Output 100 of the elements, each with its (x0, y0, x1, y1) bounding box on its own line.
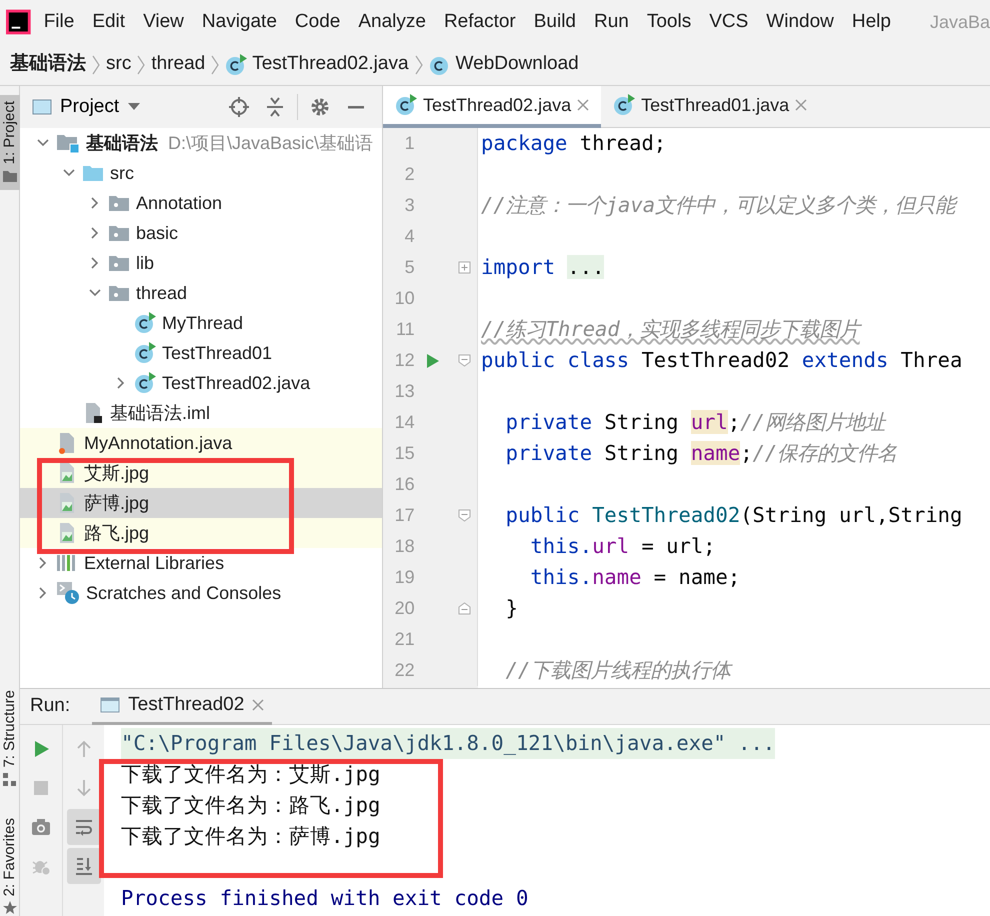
camera-icon[interactable] (31, 817, 51, 837)
crosshair-icon[interactable] (229, 97, 249, 117)
panel-label: Run: (30, 694, 70, 718)
menu-item[interactable]: Edit (83, 8, 134, 36)
editor-tab[interactable]: TestThread01.java (601, 86, 820, 128)
path-label: D:\项目\JavaBasic\基础语 (168, 132, 374, 154)
menu-item[interactable]: Window (757, 8, 843, 36)
structure-icon (2, 772, 18, 788)
close-icon[interactable] (577, 99, 590, 111)
line-number: 20 (394, 597, 415, 620)
code-line: import ... (480, 254, 604, 282)
settings-icon[interactable] (310, 97, 330, 117)
menu-item[interactable]: File (34, 8, 84, 36)
line-number: 18 (394, 535, 415, 558)
folder-icon (108, 193, 130, 213)
line-number: 2 (404, 163, 415, 186)
code-line: this.name = name; (529, 564, 740, 592)
line-number: 3 (404, 194, 415, 217)
panel-icon (32, 99, 52, 115)
code-line: private String name;//保存的文件名 (504, 440, 898, 468)
class-icon (613, 94, 636, 116)
tree-item[interactable]: Annotation (20, 188, 382, 218)
tool-window-button[interactable]: 1: Project (0, 95, 20, 190)
tree-item[interactable]: MyAnnotation.java (20, 428, 382, 458)
exit-message: Process finished with exit code 0 (121, 885, 528, 912)
line-number: 1 (404, 132, 415, 155)
line-number: 12 (394, 349, 415, 372)
menu-item[interactable]: Build (524, 8, 585, 36)
fold-icon[interactable] (458, 509, 472, 522)
menu-item[interactable]: VCS (700, 8, 758, 36)
line-number: 4 (404, 225, 415, 248)
tree-item[interactable]: basic (20, 218, 382, 248)
line-number: 5 (404, 256, 415, 279)
menu-item[interactable]: Navigate (192, 8, 286, 36)
breadcrumb-item[interactable]: thread (147, 50, 210, 79)
line-number: 21 (394, 628, 415, 651)
run-icon[interactable] (426, 352, 440, 368)
tree-item[interactable]: 基础语法 D:\项目\JavaBasic\基础语 (20, 128, 382, 158)
menu-item[interactable]: Help (842, 8, 900, 36)
line-number: 16 (394, 473, 415, 496)
expand-fold-icon[interactable] (458, 261, 472, 274)
tree-item[interactable]: TestThread02.java (20, 368, 382, 398)
line-number: 14 (394, 411, 415, 434)
line-number: 15 (394, 442, 415, 465)
tree-item[interactable]: 路飞.jpg (20, 518, 382, 548)
chevron-right-icon (209, 54, 222, 76)
tool-window-button[interactable]: 7: Structure (0, 684, 20, 794)
fold-icon[interactable] (458, 354, 472, 367)
tree-item[interactable]: TestThread01 (20, 338, 382, 368)
tool-window-button[interactable]: 2: Favorites (0, 812, 20, 916)
library-icon (56, 553, 78, 573)
breadcrumb-item[interactable]: 基础语法 (6, 50, 90, 79)
console-icon (100, 696, 120, 714)
code-line: //下载图片线程的执行体 (478, 655, 730, 686)
menu-item[interactable]: Analyze (349, 8, 435, 36)
folder-icon (2, 168, 18, 184)
breadcrumb-item[interactable]: TestThread02.java (221, 50, 413, 79)
breadcrumb-item[interactable]: src (102, 50, 136, 79)
scroll-to-end-icon[interactable] (74, 856, 94, 876)
class-icon (134, 342, 156, 364)
folder-icon (108, 253, 130, 273)
tree-item[interactable]: Scratches and Consoles (20, 578, 382, 608)
code-line: private String url;//网络图片地址 (504, 409, 885, 436)
menu-item[interactable]: View (134, 8, 193, 36)
tree-item[interactable]: lib (20, 248, 382, 278)
caret-icon (127, 103, 142, 111)
folder-icon (108, 283, 130, 303)
line-number: 13 (394, 380, 415, 403)
class-icon (225, 54, 248, 76)
run-tab[interactable]: TestThread02 (92, 688, 272, 724)
class-icon (395, 94, 417, 116)
soft-wrap-icon[interactable] (74, 817, 94, 837)
class-icon (134, 372, 156, 394)
menu-item[interactable]: Refactor (434, 8, 525, 36)
menu-item[interactable]: Run (585, 8, 638, 36)
editor-tab[interactable]: TestThread02.java (383, 86, 602, 128)
console-output-line: 下载了文件名为：路飞.jpg (121, 792, 380, 819)
star-icon (2, 900, 18, 916)
tree-item[interactable]: MyThread (20, 308, 382, 338)
line-number: 11 (394, 318, 415, 341)
folder-icon (82, 163, 104, 183)
code-line: this.url = url; (529, 533, 716, 560)
close-icon[interactable] (252, 699, 264, 711)
tree-item[interactable]: 萨博.jpg (20, 488, 382, 518)
app-logo-icon (6, 9, 31, 35)
line-number: 10 (394, 287, 415, 310)
code-line: } (504, 595, 518, 622)
tree-item[interactable]: thread (20, 278, 382, 308)
module-folder-icon (56, 132, 80, 154)
chevron-right-icon (412, 54, 425, 76)
menu-item[interactable]: Code (286, 8, 350, 36)
collapse-all-icon[interactable] (265, 97, 285, 117)
menu-item[interactable]: Tools (638, 8, 700, 36)
chevron-right-icon (90, 54, 102, 76)
tree-item[interactable]: External Libraries (20, 548, 382, 578)
close-icon[interactable] (795, 99, 808, 111)
fold-end-icon[interactable] (458, 602, 472, 615)
tree-item[interactable]: 基础语法.iml (20, 398, 382, 428)
breadcrumb-item[interactable]: WebDownload (424, 50, 583, 79)
tree-item[interactable]: src (20, 158, 382, 188)
